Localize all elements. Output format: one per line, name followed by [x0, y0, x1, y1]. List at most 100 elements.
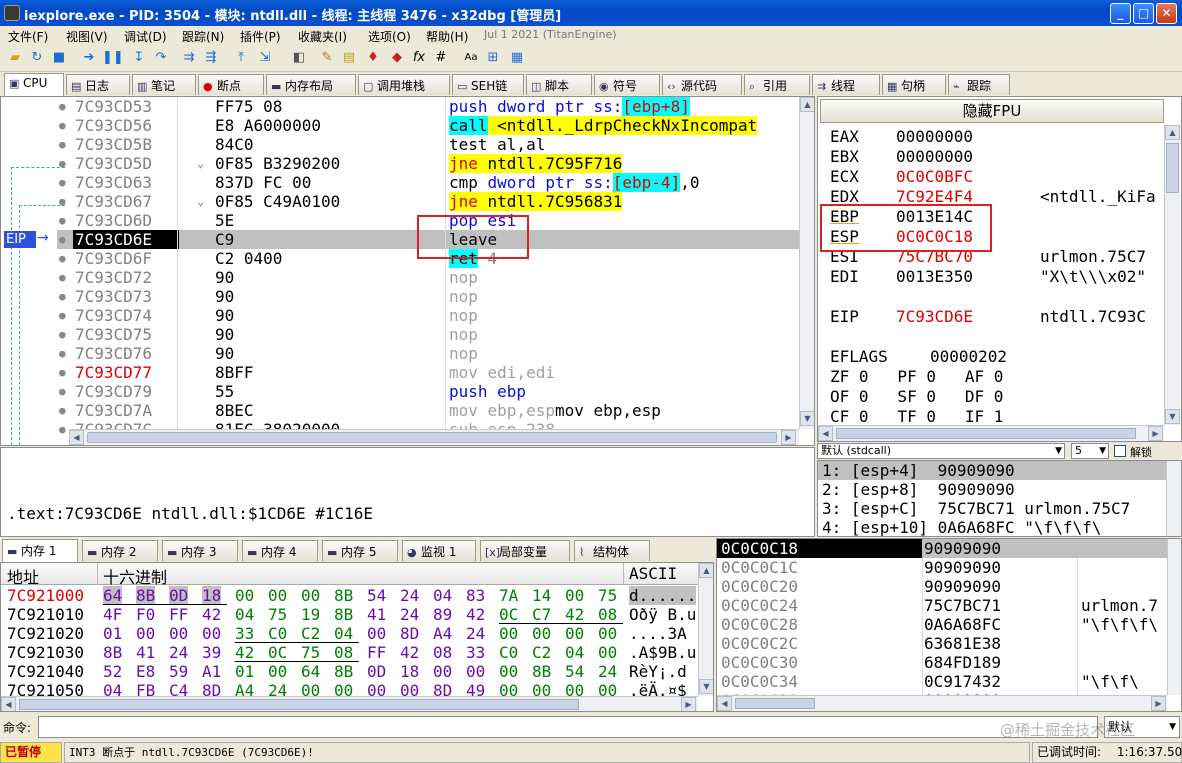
argument-row[interactable]: 2: [esp+8] 90909090 [818, 480, 1166, 499]
hscroll-thumb[interactable] [19, 699, 579, 710]
scroll-right-icon[interactable]: ▶ [681, 697, 696, 711]
tab-locals[interactable]: [x]局部变量 [480, 540, 570, 561]
disasm-row[interactable]: ● 7C93CD73 90 nop [57, 287, 799, 306]
calculator-icon[interactable]: ▦ [508, 49, 526, 67]
function-icon[interactable]: fx [410, 49, 428, 67]
tab-watch-1[interactable]: ◕ 监视 1 [402, 540, 476, 561]
scroll-left-icon[interactable]: ◀ [69, 430, 84, 445]
restart-icon[interactable]: ↻ [28, 49, 46, 67]
tab-log[interactable]: ▤ 日志 [66, 74, 130, 95]
disasm-row[interactable]: ● 7C93CD76 90 nop [57, 344, 799, 363]
disasm-row[interactable]: ● 7C93CD74 90 nop [57, 306, 799, 325]
disasm-row[interactable]: ● 7C93CD77 8BFF mov edi,edi [57, 363, 799, 382]
step-over-icon[interactable]: ↷ [152, 49, 170, 67]
stop-icon[interactable]: ■ [50, 49, 68, 67]
step-into-icon[interactable]: ↧ [130, 49, 148, 67]
stack-row[interactable]: 0C0C0C34 0C917432 "\f\f\ [717, 672, 1167, 691]
maximize-button[interactable]: □ [1133, 3, 1154, 24]
label-icon[interactable]: ◆ [388, 49, 406, 67]
disasm-row[interactable]: ● 7C93CD75 90 nop [57, 325, 799, 344]
menu-options[interactable]: 选项(O) [368, 28, 411, 45]
stack-row[interactable]: 0C0C0C28 0A6A68FC "\f\f\f\ [717, 615, 1167, 634]
tab-memory-1[interactable]: ▬ 内存 1 [2, 539, 78, 562]
disasm-row[interactable]: ● 7C93CD53 FF75 08 push dword ptr ss:[ebp+8… [57, 97, 799, 116]
unlock-checkbox[interactable] [1114, 445, 1126, 457]
stack-pane[interactable]: 0C0C0C18 90909090 0C0C0C1C 90909090 0C0C0C20… [716, 538, 1182, 712]
stack-row[interactable]: 0C0C0C2C 63681E38 [717, 634, 1167, 653]
disasm-hscroll[interactable]: ◀ ▶ [69, 429, 799, 445]
disasm-row[interactable]: ● 7C93CD79 55 push ebp [57, 382, 799, 401]
tab-trace[interactable]: ⌁ 跟踪 [948, 74, 1010, 95]
menu-file[interactable]: 文件(F) [8, 28, 48, 45]
disasm-row[interactable]: ● 7C93CD7A 8BEC mov ebp,espmov ebp,esp [57, 401, 799, 420]
callconv-select[interactable]: 默认 (stdcall) ▼ [817, 443, 1065, 459]
tab-cpu[interactable]: ▣ CPU [4, 73, 64, 96]
hscroll-thumb[interactable] [836, 428, 1136, 439]
bookmark-icon[interactable]: ♦ [364, 49, 382, 67]
scroll-up-icon[interactable]: ▲ [699, 563, 713, 578]
arg-count-spinner[interactable]: 5 ▼ [1071, 443, 1109, 459]
stack-row[interactable]: 0C0C0C30 684FD189 [717, 653, 1167, 672]
hide-fpu-button[interactable]: 隐藏FPU [820, 99, 1164, 123]
disasm-row[interactable]: ● 7C93CD72 90 nop [57, 268, 799, 287]
register-row[interactable]: ECX 0C0C0BFC [818, 167, 1164, 186]
execute-till-return-icon[interactable]: ⤒ [232, 49, 250, 67]
tab-call-stack[interactable]: ▢ 调用堆栈 [358, 74, 450, 95]
menu-debug[interactable]: 调试(D) [124, 28, 167, 45]
argument-row[interactable]: 1: [esp+4] 90909090 [818, 461, 1166, 480]
disassembly-pane[interactable]: EIP → ● 7C93CD53 FF75 08 push dword ptr ss:… [0, 96, 815, 446]
stack-row[interactable]: 0C0C0C20 90909090 [717, 577, 1167, 596]
disasm-vscroll[interactable]: ▲ ▼ [799, 97, 814, 429]
menu-view[interactable]: 视图(V) [66, 28, 108, 45]
tab-memory-5[interactable]: ▬ 内存 5 [322, 540, 398, 561]
scroll-right-icon[interactable]: ▶ [781, 430, 796, 445]
dump-vscroll[interactable]: ▲ ▼ [698, 563, 713, 696]
tab-struct[interactable]: ⌇ 结构体 [574, 540, 650, 561]
strings-icon[interactable]: ⊞ [484, 49, 502, 67]
register-hscroll[interactable]: ◀ ▶ [818, 425, 1164, 441]
disasm-row[interactable]: ● 7C93CD56 E8 A6000000 call <ntdll._LdrpChe… [57, 116, 799, 135]
scroll-left-icon[interactable]: ◀ [717, 696, 732, 711]
tab-symbols[interactable]: ◉ 符号 [594, 74, 660, 95]
dump-row[interactable]: 7C921020 01 00 00 00 33 C0 C2 04 00 8D A4 24 00 00 00 00… [1, 624, 698, 643]
stack-row[interactable]: 0C0C0C18 90909090 [717, 539, 1167, 558]
menu-favourites[interactable]: 收藏夹(I) [298, 28, 347, 45]
hscroll-thumb[interactable] [87, 432, 777, 443]
disasm-row[interactable]: ● 7C93CD67 ⌄ 0F85 C49A0100 jne ntdll.7C95683… [57, 192, 799, 211]
scroll-down-icon[interactable]: ▼ [800, 411, 814, 426]
tab-script[interactable]: ◫ 脚本 [526, 74, 592, 95]
stack-row[interactable]: 0C0C0C24 75C7BC71 urlmon.7 [717, 596, 1167, 615]
close-button[interactable]: ✕ [1156, 3, 1177, 24]
tab-handles[interactable]: ▦ 句柄 [882, 74, 946, 95]
scroll-left-icon[interactable]: ◀ [1, 697, 16, 711]
register-pane[interactable]: 隐藏FPU EAX 00000000 EBX 00000000 ECX 0C0C0BFC E… [817, 96, 1182, 442]
scroll-left-icon[interactable]: ◀ [818, 426, 833, 441]
stack-hscroll[interactable]: ◀ ▶ [717, 695, 1167, 711]
dump-row[interactable]: 7C921040 52 E8 59 A1 01 00 64 8B 0D 18 00 00 00 8B 54 24… [1, 662, 698, 681]
tab-source[interactable]: ‹› 源代码 [662, 74, 742, 95]
scroll-up-icon[interactable]: ▲ [800, 97, 814, 112]
disasm-row[interactable]: ● 7C93CD5B 84C0 test al,al [57, 135, 799, 154]
command-input[interactable] [38, 716, 1098, 738]
register-vscroll[interactable]: ▲ ▼ [1164, 125, 1180, 425]
dump-row[interactable]: 7C921030 8B 41 24 39 42 0C 75 08 FF 42 08 33 C0 C2 04 00… [1, 643, 698, 662]
comment-icon[interactable]: ▤ [340, 49, 358, 67]
args-vscroll[interactable] [1166, 461, 1181, 536]
tab-memory-4[interactable]: ▬ 内存 4 [242, 540, 318, 561]
dump-hscroll[interactable]: ◀ ▶ [1, 696, 698, 711]
tab-memory-2[interactable]: ▬ 内存 2 [82, 540, 158, 561]
stack-vscroll[interactable] [1167, 539, 1181, 695]
register-row[interactable]: EIP 7C93CD6E ntdll.7C93C [818, 307, 1164, 326]
hscroll-thumb[interactable] [735, 698, 815, 709]
trace-over-icon[interactable]: ⇶ [202, 49, 220, 67]
minimize-button[interactable]: _ [1110, 3, 1131, 24]
trace-into-icon[interactable]: ⇉ [180, 49, 198, 67]
dump-row[interactable]: 7C921000 64 8B 0D 18 00 00 00 8B 54 24 04 83 7A 14 00 75… [1, 586, 698, 605]
register-row[interactable]: EBX 00000000 [818, 147, 1164, 166]
argument-row[interactable]: 4: [esp+10] 0A6A68FC "\f\f\f\ [818, 518, 1166, 536]
open-icon[interactable]: ▰ [6, 49, 24, 67]
scroll-right-icon[interactable]: ▶ [1148, 426, 1163, 441]
scroll-up-icon[interactable]: ▲ [1165, 125, 1180, 140]
tab-notes[interactable]: ▥ 笔记 [132, 74, 196, 95]
dump-pane[interactable]: 地址 十六进制 ASCII 7C921000 64 8B 0D 18 00 00 00 8B 54… [0, 562, 714, 712]
